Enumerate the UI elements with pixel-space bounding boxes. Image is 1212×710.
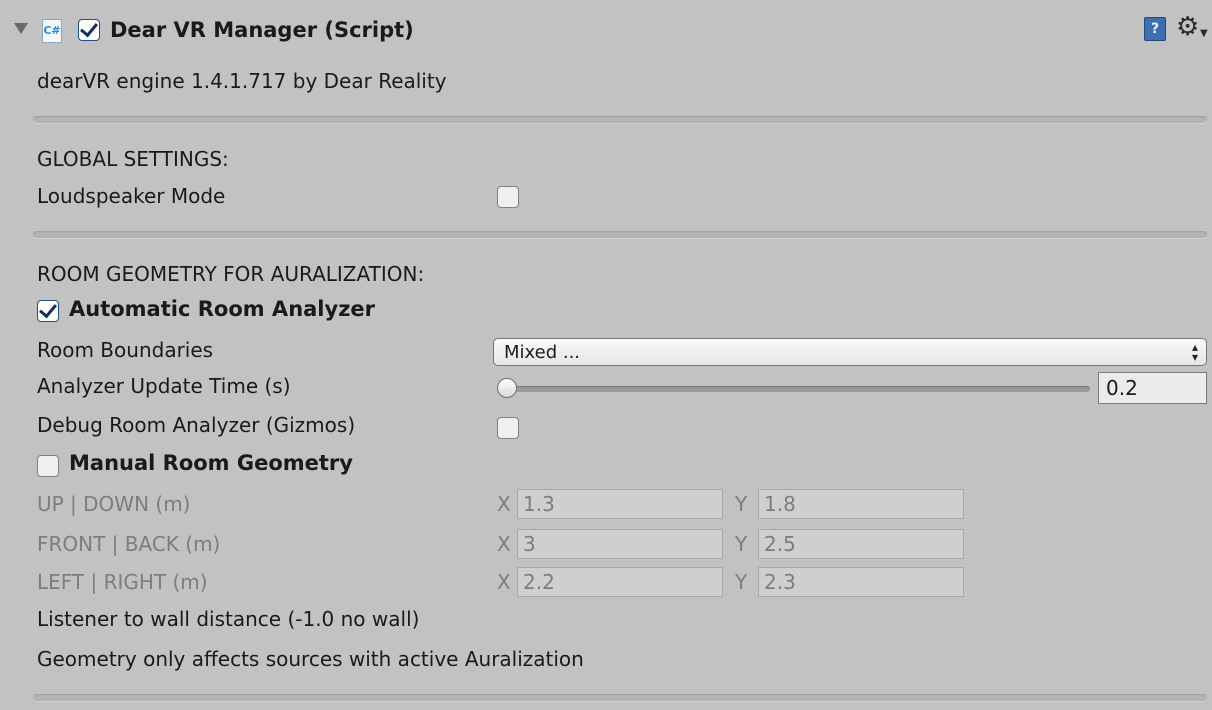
up-down-label: UP | DOWN (m) <box>37 492 191 516</box>
room-boundaries-value: Mixed ... <box>504 342 581 363</box>
up-down-x-value: 1.3 <box>523 492 555 516</box>
separator <box>33 231 1207 238</box>
analyzer-update-time-field[interactable]: 0.2 <box>1098 372 1207 404</box>
listener-wall-distance-note: Listener to wall distance (-1.0 no wall) <box>37 607 420 631</box>
up-down-x-field[interactable]: 1.3 <box>517 489 723 519</box>
front-back-label: FRONT | BACK (m) <box>37 532 221 556</box>
loudspeaker-mode-label: Loudspeaker Mode <box>37 184 226 208</box>
gear-icon[interactable]: ⚙ <box>1176 14 1199 40</box>
automatic-room-analyzer-checkbox[interactable] <box>37 300 59 322</box>
help-book-icon[interactable]: ? <box>1144 17 1166 41</box>
debug-room-analyzer-label: Debug Room Analyzer (Gizmos) <box>37 413 356 437</box>
separator <box>33 116 1207 123</box>
csharp-script-icon: C# <box>42 19 62 43</box>
front-back-y-field[interactable]: 2.5 <box>758 529 964 559</box>
left-right-x-field[interactable]: 2.2 <box>517 567 723 597</box>
slider-thumb[interactable] <box>497 378 517 398</box>
chevron-down-icon: ▼ <box>1200 28 1208 39</box>
automatic-room-analyzer-label: Automatic Room Analyzer <box>69 297 376 321</box>
left-right-y-field[interactable]: 2.3 <box>758 567 964 597</box>
room-boundaries-dropdown[interactable]: Mixed ... ▴ ▾ <box>493 338 1207 366</box>
component-header: C# Dear VR Manager (Script) ? ⚙ ▼ <box>0 0 1212 64</box>
foldout-arrow-icon[interactable] <box>14 23 28 34</box>
analyzer-update-time-label: Analyzer Update Time (s) <box>37 374 291 398</box>
loudspeaker-mode-checkbox[interactable] <box>497 186 519 208</box>
left-right-y-value: 2.3 <box>764 570 796 594</box>
manual-room-geometry-label: Manual Room Geometry <box>69 451 353 475</box>
y-axis-label: Y <box>735 570 748 594</box>
y-axis-label: Y <box>735 492 748 516</box>
left-right-x-value: 2.2 <box>523 570 555 594</box>
engine-info-label: dearVR engine 1.4.1.717 by Dear Reality <box>37 69 447 93</box>
analyzer-update-time-value: 0.2 <box>1106 376 1138 400</box>
front-back-x-value: 3 <box>523 532 536 556</box>
front-back-y-value: 2.5 <box>764 532 796 556</box>
x-axis-label: X <box>497 492 511 516</box>
left-right-label: LEFT | RIGHT (m) <box>37 570 208 594</box>
y-axis-label: Y <box>735 532 748 556</box>
room-geometry-heading: ROOM GEOMETRY FOR AURALIZATION: <box>37 262 425 286</box>
geometry-auralization-note: Geometry only affects sources with activ… <box>37 647 584 671</box>
up-down-y-value: 1.8 <box>764 492 796 516</box>
up-down-y-field[interactable]: 1.8 <box>758 489 964 519</box>
dear-vr-manager-inspector: C# Dear VR Manager (Script) ? ⚙ ▼ dearVR… <box>0 0 1212 710</box>
x-axis-label: X <box>497 570 511 594</box>
separator <box>33 694 1207 701</box>
component-enabled-checkbox[interactable] <box>78 19 100 41</box>
component-title: Dear VR Manager (Script) <box>110 18 414 42</box>
analyzer-update-time-slider[interactable] <box>498 386 1090 392</box>
dropdown-arrows-icon: ▴ ▾ <box>1191 340 1198 364</box>
room-boundaries-label: Room Boundaries <box>37 338 214 362</box>
global-settings-heading: GLOBAL SETTINGS: <box>37 147 229 171</box>
front-back-x-field[interactable]: 3 <box>517 529 723 559</box>
x-axis-label: X <box>497 532 511 556</box>
debug-room-analyzer-checkbox[interactable] <box>497 417 519 439</box>
manual-room-geometry-checkbox[interactable] <box>37 455 59 477</box>
